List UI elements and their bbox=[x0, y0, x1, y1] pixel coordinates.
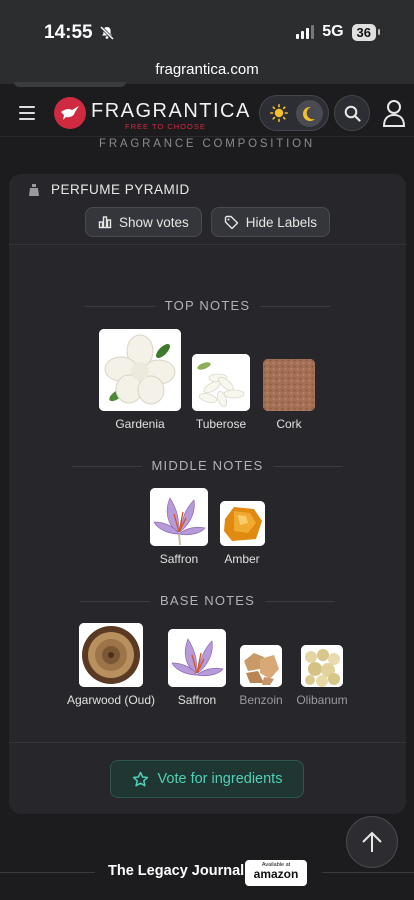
benzoin-label: Benzoin bbox=[239, 693, 283, 707]
star-icon bbox=[132, 771, 148, 786]
tag-icon bbox=[224, 215, 238, 229]
bell-slash-icon bbox=[99, 25, 114, 41]
divider bbox=[0, 136, 414, 137]
card-divider bbox=[9, 244, 406, 245]
amazon-badge[interactable]: Available at amazon bbox=[245, 860, 307, 886]
gardenia-label: Gardenia bbox=[115, 417, 165, 431]
agarwood-image bbox=[79, 623, 143, 687]
bar-chart-icon bbox=[98, 216, 112, 229]
card-title-text: PERFUME PYRAMID bbox=[51, 182, 190, 197]
note-amber[interactable]: Amber bbox=[218, 501, 266, 566]
saffron-base-image bbox=[168, 629, 226, 687]
url-bar[interactable]: fragrantica.com bbox=[0, 56, 414, 84]
note-saffron-middle[interactable]: Saffron bbox=[148, 488, 210, 566]
hide-labels-button[interactable]: Hide Labels bbox=[210, 207, 331, 237]
logo-tagline: FREE TO CHOOSE bbox=[125, 122, 206, 131]
saffron-label: Saffron bbox=[159, 552, 199, 566]
middle-notes-title: MIDDLE NOTES bbox=[151, 458, 264, 473]
footer-line-right bbox=[322, 872, 414, 873]
hide-labels-label: Hide Labels bbox=[245, 214, 318, 230]
network-type: 5G bbox=[322, 23, 344, 40]
saffron-base-label: Saffron bbox=[177, 693, 217, 707]
logo-text[interactable]: FRAGRANTICA bbox=[91, 100, 251, 123]
note-gardenia[interactable]: Gardenia bbox=[98, 329, 182, 431]
clock: 14:55 bbox=[44, 22, 93, 43]
status-indicators: 5G 36 bbox=[296, 23, 381, 41]
pyramid-icon bbox=[29, 183, 39, 196]
top-notes-title: TOP NOTES bbox=[164, 298, 251, 313]
benzoin-image bbox=[240, 645, 282, 687]
agarwood-label: Agarwood (Oud) bbox=[66, 693, 156, 707]
gardenia-image bbox=[99, 329, 181, 411]
search-icon bbox=[344, 105, 361, 122]
note-benzoin[interactable]: Benzoin bbox=[237, 645, 285, 707]
show-votes-label: Show votes bbox=[118, 214, 189, 230]
amazon-logo-text: amazon bbox=[253, 867, 299, 881]
moon-icon bbox=[296, 100, 323, 127]
footer-banner[interactable]: The Legacy Journal Available at amazon bbox=[0, 855, 414, 900]
top-notes-heading: TOP NOTES bbox=[9, 298, 406, 313]
amber-image bbox=[219, 501, 265, 546]
middle-notes-heading: MIDDLE NOTES bbox=[9, 458, 406, 473]
note-tuberose[interactable]: Tuberose bbox=[191, 354, 251, 431]
amber-label: Amber bbox=[224, 552, 260, 566]
site-header: FRAGRANTICA FREE TO CHOOSE bbox=[0, 88, 414, 138]
olibanum-image bbox=[301, 645, 343, 687]
vote-for-ingredients-button[interactable]: Vote for ingredients bbox=[110, 760, 304, 798]
section-heading: FRAGRANCE COMPOSITION bbox=[99, 138, 315, 150]
saffron-image bbox=[150, 488, 208, 546]
card-title: PERFUME PYRAMID bbox=[27, 182, 190, 197]
signal-icon bbox=[296, 25, 315, 39]
legacy-journal-title: The Legacy Journal bbox=[108, 863, 245, 879]
arrow-up-icon bbox=[362, 831, 382, 852]
menu-icon[interactable] bbox=[19, 106, 35, 120]
note-agarwood[interactable]: Agarwood (Oud) bbox=[62, 623, 160, 707]
olibanum-label: Olibanum bbox=[296, 693, 348, 707]
vote-button-label: Vote for ingredients bbox=[157, 771, 283, 787]
card-actions: Show votes Hide Labels bbox=[9, 207, 406, 237]
search-button[interactable] bbox=[334, 95, 370, 131]
tab-handle bbox=[14, 82, 126, 87]
note-cork[interactable]: Cork bbox=[261, 359, 317, 431]
cork-label: Cork bbox=[276, 417, 302, 431]
tuberose-label: Tuberose bbox=[195, 417, 247, 431]
cork-image bbox=[263, 359, 315, 411]
user-icon[interactable] bbox=[380, 98, 408, 128]
show-votes-button[interactable]: Show votes bbox=[84, 207, 202, 237]
battery-icon: 36 bbox=[351, 23, 381, 41]
perfume-pyramid-card: PERFUME PYRAMID Show votes Hide Labels T… bbox=[9, 174, 406, 814]
sun-icon bbox=[270, 104, 288, 122]
base-notes-title: BASE NOTES bbox=[159, 593, 256, 608]
status-bar: 14:55 5G 36 bbox=[0, 0, 414, 56]
theme-toggle[interactable] bbox=[259, 95, 329, 131]
note-saffron-base[interactable]: Saffron bbox=[166, 629, 228, 707]
note-olibanum[interactable]: Olibanum bbox=[295, 645, 349, 707]
card-divider-bottom bbox=[9, 742, 406, 743]
status-time: 14:55 bbox=[44, 22, 115, 44]
base-notes-heading: BASE NOTES bbox=[9, 593, 406, 608]
logo-icon[interactable] bbox=[54, 97, 86, 129]
footer-line-left bbox=[0, 872, 95, 873]
tuberose-image bbox=[192, 354, 250, 411]
